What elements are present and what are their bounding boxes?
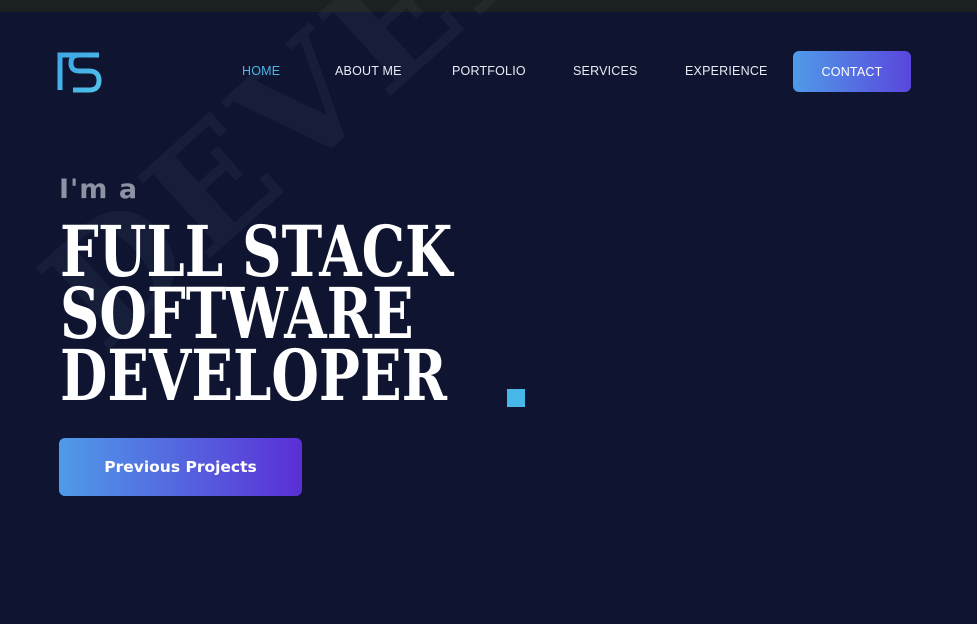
nav-services[interactable]: SERVICES: [573, 64, 638, 78]
headline-accent-square: [507, 389, 525, 407]
nav-about-me[interactable]: ABOUT ME: [335, 64, 402, 78]
contact-button[interactable]: CONTACT: [793, 51, 911, 92]
browser-top-strip: [0, 0, 977, 12]
fs-logo-icon[interactable]: [57, 51, 103, 93]
hero-headline-line-3: Developer: [60, 334, 447, 417]
previous-projects-button[interactable]: Previous Projects: [59, 438, 302, 496]
landing-page: DEVELOPER HOME ABOUT ME PORTFOLIO SERVIC…: [0, 0, 977, 624]
nav-portfolio[interactable]: PORTFOLIO: [452, 64, 526, 78]
hero-intro: I'm a: [59, 174, 139, 205]
nav-home[interactable]: HOME: [242, 64, 280, 78]
nav-experience[interactable]: EXPERIENCE: [685, 64, 768, 78]
